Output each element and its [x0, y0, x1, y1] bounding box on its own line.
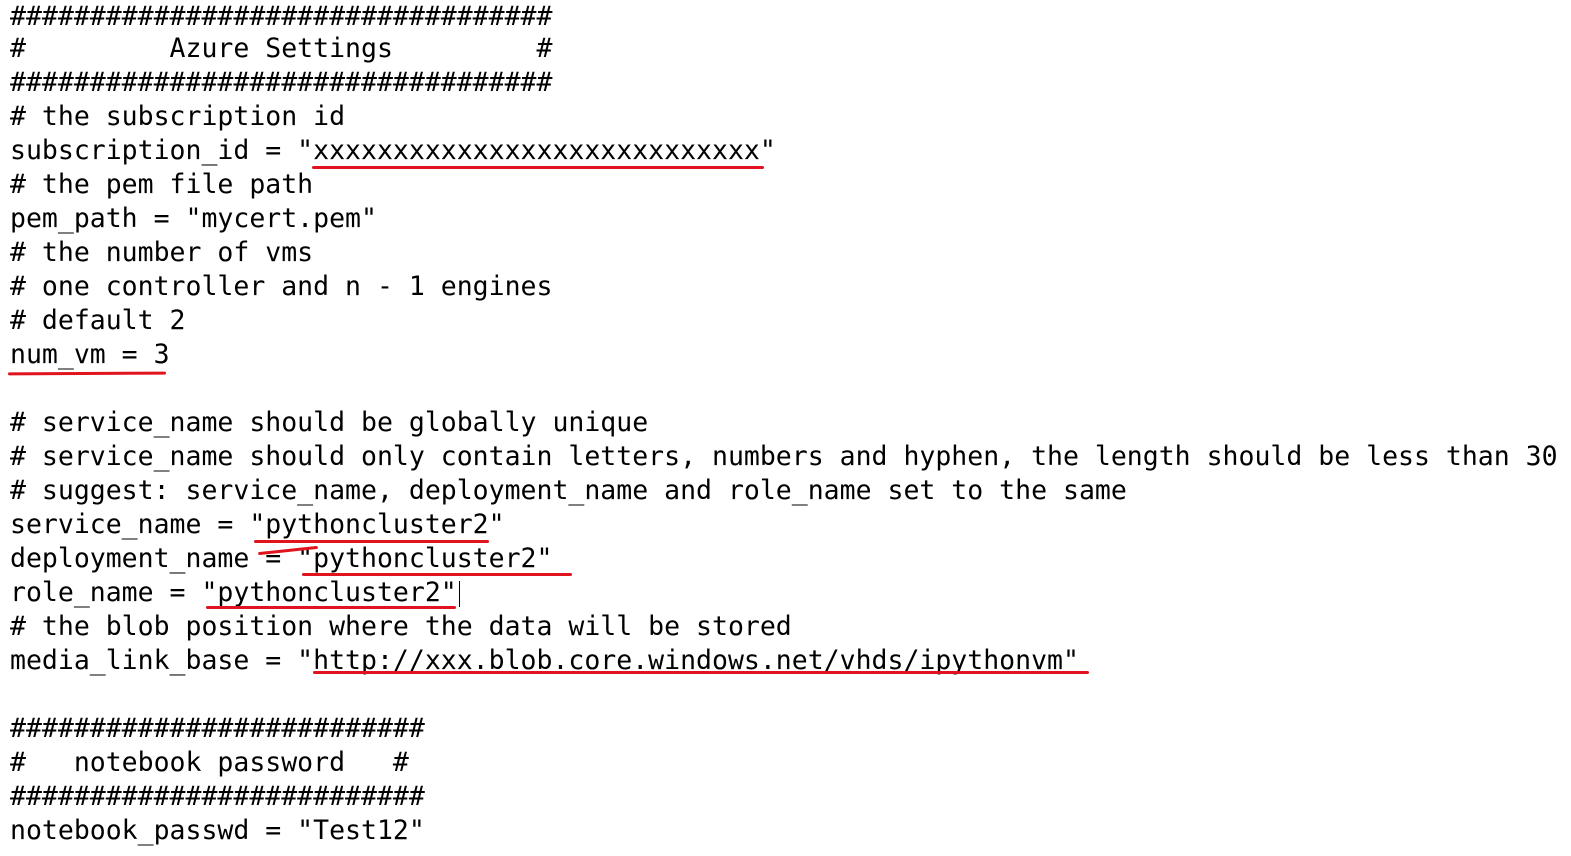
code-line-comment-subscription: # the subscription id: [10, 101, 346, 132]
underline-role-name: [206, 606, 456, 609]
code-line-comment-service-chars: # service_name should only contain lette…: [10, 441, 1558, 472]
code-line-service-name: service_name = "pythoncluster2": [10, 509, 505, 540]
code-line-header-title: # Azure Settings #: [10, 33, 553, 64]
code-line-num-vm: num_vm = 3: [10, 339, 170, 370]
code-line-notebook-border-top: ##########################: [10, 713, 425, 744]
underline-subscription-id: [312, 166, 764, 169]
code-line-notebook-title: # notebook password #: [10, 747, 409, 778]
code-editor[interactable]: ################################## # Azu…: [7, 0, 1571, 856]
code-line-pem-path: pem_path = "mycert.pem": [10, 203, 377, 234]
code-line-comment-default: # default 2: [10, 305, 186, 336]
code-line-role-name: role_name = "pythoncluster2": [10, 577, 457, 608]
code-line-comment-suggest: # suggest: service_name, deployment_name…: [10, 475, 1127, 506]
code-line-deployment-name: deployment_name = "pythoncluster2": [10, 543, 553, 574]
underline-service-name: [254, 540, 489, 543]
underline-media-link-base: [313, 671, 1089, 674]
code-line-comment-controller: # one controller and n - 1 engines: [10, 271, 553, 302]
code-line-comment-num-vms: # the number of vms: [10, 237, 314, 268]
underline-deployment-name: [302, 573, 572, 576]
code-line-subscription-id: subscription_id = "xxxxxxxxxxxxxxxxxxxxx…: [10, 135, 776, 166]
code-line-header-border-bottom: ##################################: [10, 67, 553, 98]
code-line-comment-pem: # the pem file path: [10, 169, 314, 200]
code-line-notebook-passwd: notebook_passwd = "Test12": [10, 815, 425, 846]
text-cursor: [459, 581, 460, 607]
code-line-header-border-top: ##################################: [10, 1, 553, 32]
underline-num-vm: [7, 371, 167, 376]
code-line-comment-service-unique: # service_name should be globally unique: [10, 407, 649, 438]
code-line-comment-blob: # the blob position where the data will …: [10, 611, 792, 642]
code-line-notebook-border-bottom: ##########################: [10, 781, 425, 812]
